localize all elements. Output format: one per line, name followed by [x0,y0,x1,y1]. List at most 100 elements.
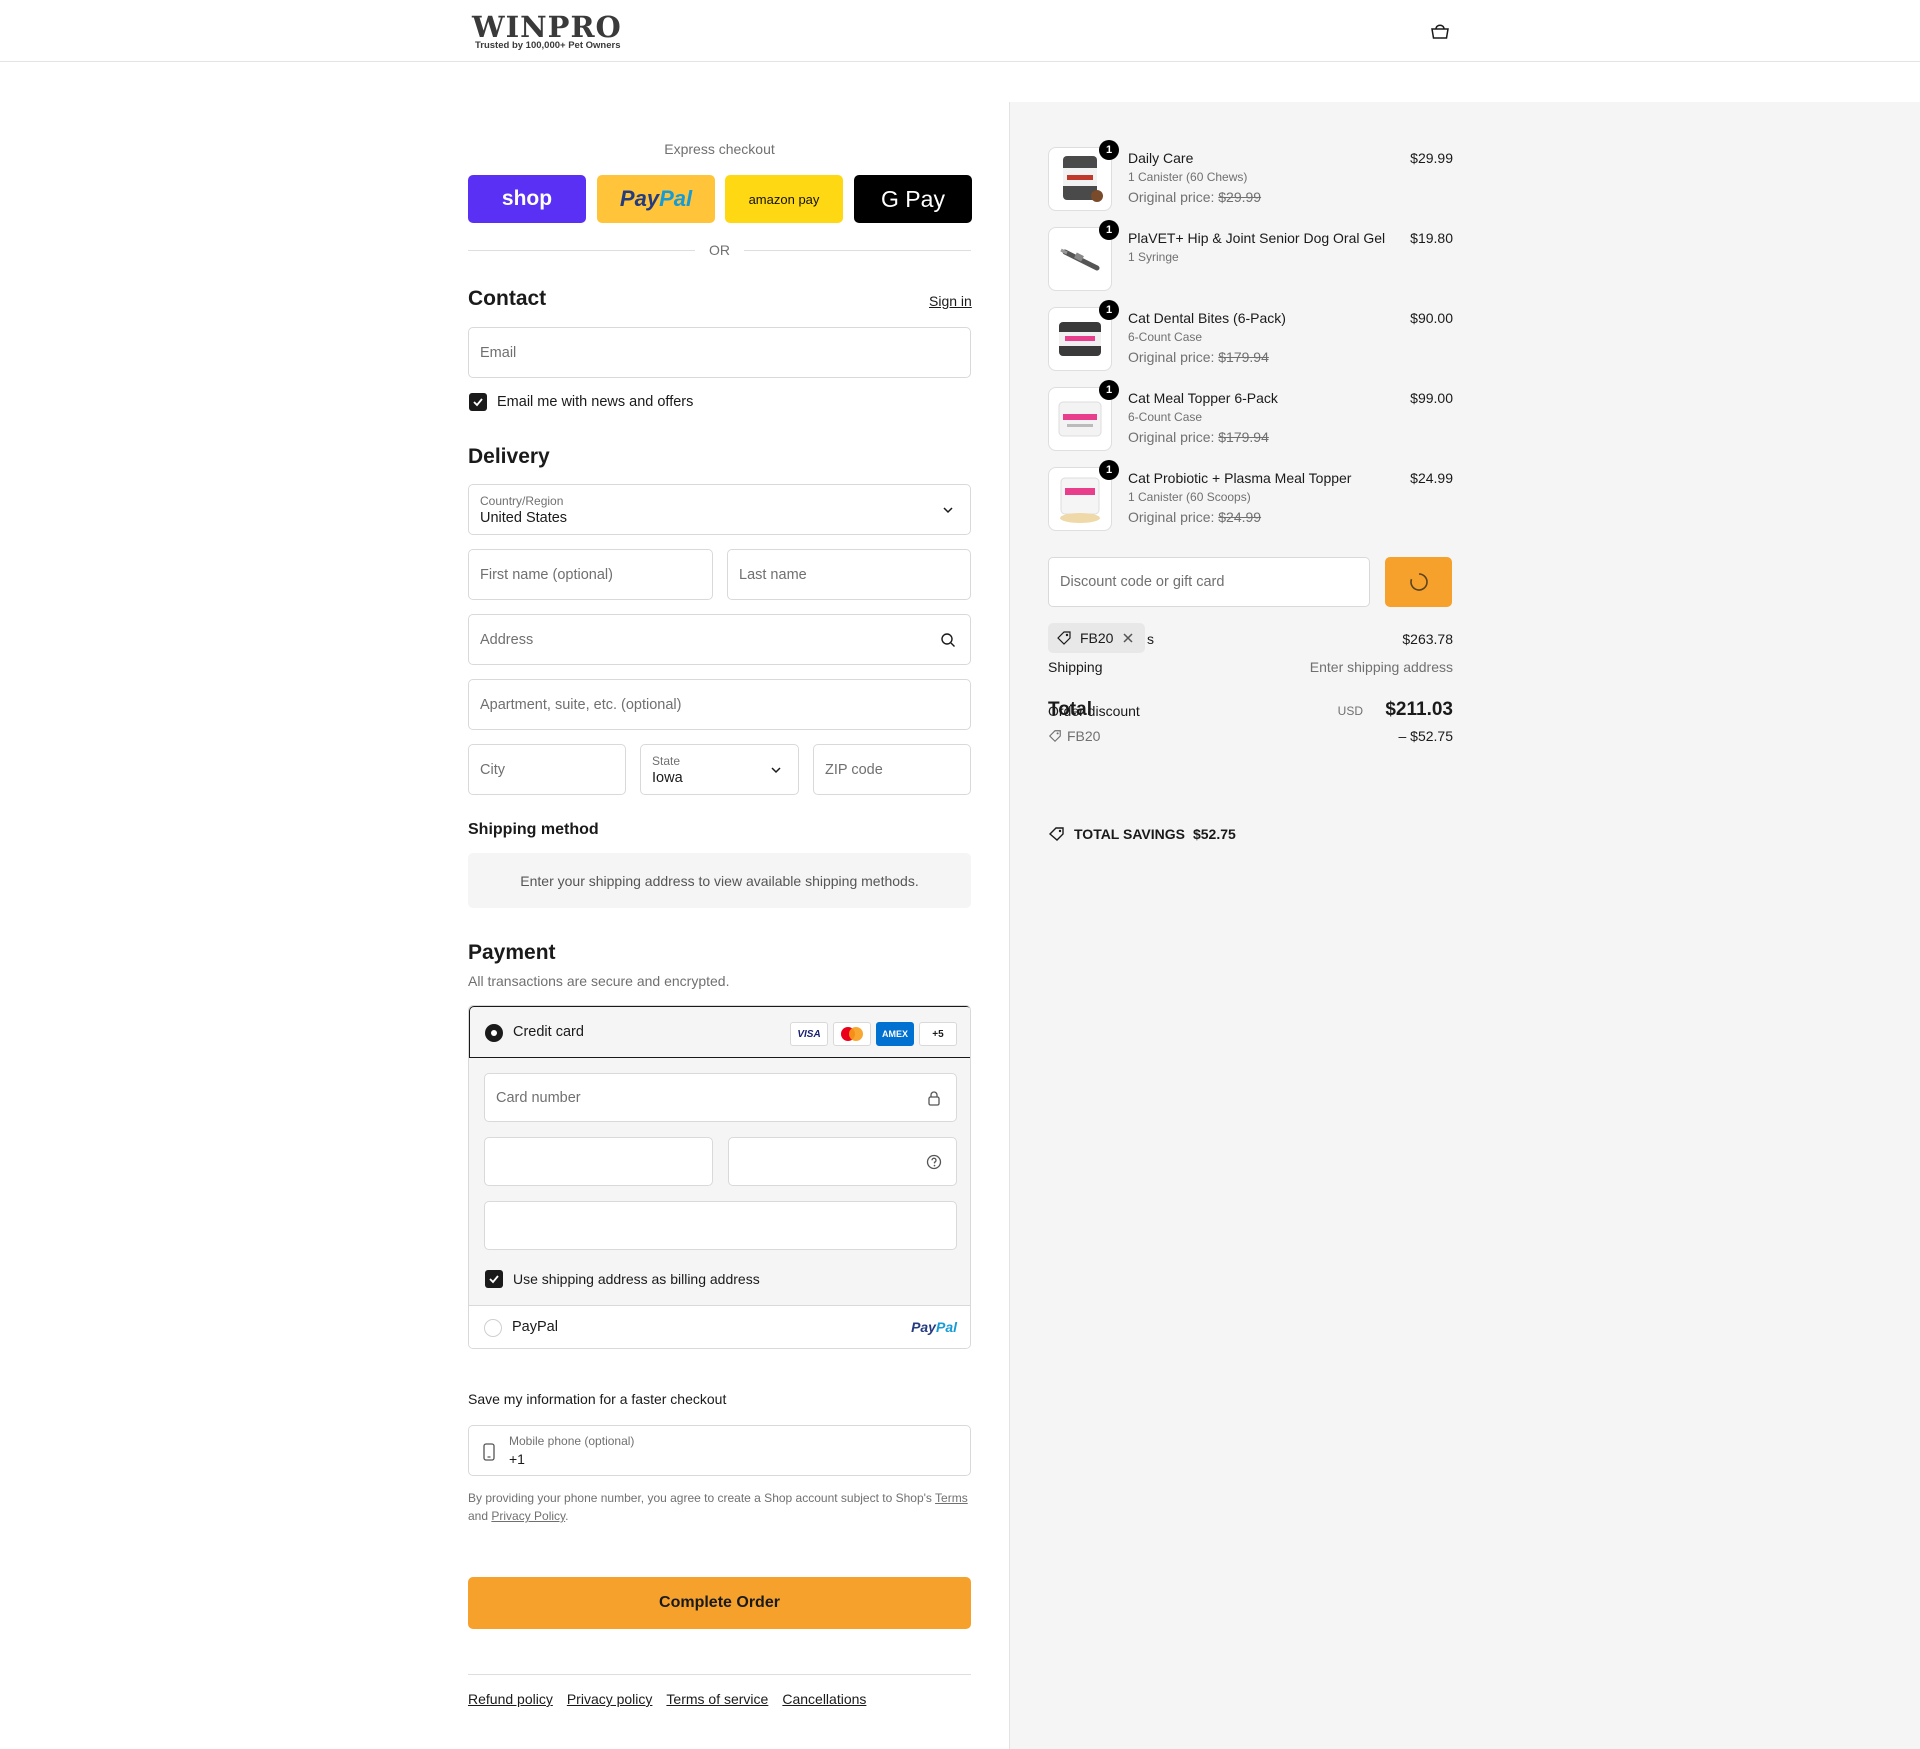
card-number-field[interactable]: Card number [484,1073,957,1122]
product-image: 1 [1048,460,1119,531]
state-select[interactable]: State Iowa [640,744,799,795]
country-select[interactable]: Country/Region United States [468,484,971,535]
shopping-bag-icon[interactable] [1430,22,1450,40]
item-variant: 6-Count Case [1128,410,1203,424]
item-price: $29.99 [1410,150,1453,166]
product-image: 1 [1048,220,1119,291]
discount-code-label: FB20 [1067,728,1101,744]
shipping-value: Enter shipping address [1309,659,1453,675]
complete-order-button[interactable]: Complete Order [468,1577,971,1629]
tag-icon [1048,730,1061,743]
visa-icon: VISA [790,1022,828,1046]
mobile-phone-field[interactable]: Mobile phone (optional) +1 [468,1425,971,1476]
currency-label: USD [1337,704,1363,718]
discount-code-field[interactable]: Discount code or gift card [1048,557,1370,607]
tag-icon [1057,631,1071,645]
email-field[interactable]: Email [468,327,971,378]
quantity-badge: 1 [1099,140,1119,160]
cart-item: 1 Cat Meal Topper 6-Pack 6-Count Case Or… [1048,380,1453,453]
paypal-option[interactable]: PayPal PayPal [469,1305,970,1348]
mastercard-icon [833,1022,871,1046]
shipping-method-info: Enter your shipping address to view avai… [468,853,971,908]
credit-card-option[interactable]: Credit card VISA AMEX +5 [469,1006,970,1058]
terms-link[interactable]: Terms [935,1491,968,1505]
phone-legal-text: By providing your phone number, you agre… [468,1491,968,1523]
google-pay-button[interactable]: G Pay [854,175,972,223]
item-name: Cat Dental Bites (6-Pack) [1128,310,1286,326]
name-on-card-field[interactable] [484,1201,957,1250]
credit-card-label: Credit card [513,1024,584,1040]
privacy-policy-footer-link[interactable]: Privacy policy [567,1691,653,1707]
chevron-down-icon [943,506,953,513]
paypal-logo: PayPal [911,1319,957,1335]
check-icon [489,1275,499,1284]
brand-logo[interactable]: WINPRO Trusted by 100,000+ Pet Owners [472,12,672,52]
remove-discount-icon[interactable] [1121,631,1135,645]
amex-icon: AMEX [876,1022,914,1046]
payment-methods: Credit card VISA AMEX +5 Card number Use… [468,1005,971,1349]
item-variant: 1 Canister (60 Scoops) [1128,490,1251,504]
shop-pay-button[interactable]: shop [468,175,586,223]
amazon-pay-button[interactable]: amazon pay [725,175,843,223]
sign-in-link[interactable]: Sign in [929,293,972,309]
cancellations-link[interactable]: Cancellations [782,1691,866,1707]
cart-item: 1 Cat Probiotic + Plasma Meal Topper 1 C… [1048,460,1453,533]
item-price: $90.00 [1410,310,1453,326]
savings-tag-icon [1048,827,1064,841]
item-name: Daily Care [1128,150,1194,166]
express-checkout-title: Express checkout [664,141,775,157]
brand-name: WINPRO [472,10,622,44]
terms-of-service-link[interactable]: Terms of service [666,1691,768,1707]
lock-icon [928,1090,940,1106]
apply-discount-button[interactable] [1385,557,1452,607]
cart-item: 1 PlaVET+ Hip & Joint Senior Dog Oral Ge… [1048,220,1453,293]
loading-spinner-icon [1409,573,1428,591]
payment-subtitle: All transactions are secure and encrypte… [468,973,730,989]
cart-item: 1 Cat Dental Bites (6-Pack) 6-Count Case… [1048,300,1453,373]
product-image: 1 [1048,300,1119,371]
city-field[interactable]: City [468,744,626,795]
privacy-policy-link[interactable]: Privacy Policy [491,1509,565,1523]
quantity-badge: 1 [1099,380,1119,400]
expiration-field[interactable] [484,1137,713,1186]
quantity-badge: 1 [1099,460,1119,480]
credit-card-radio[interactable] [485,1024,503,1042]
zip-field[interactable]: ZIP code [813,744,971,795]
header: WINPRO Trusted by 100,000+ Pet Owners [0,0,1920,62]
apartment-field[interactable]: Apartment, suite, etc. (optional) [468,679,971,730]
address-field[interactable]: Address [468,614,971,665]
shipping-row: Shipping Enter shipping address [1048,659,1453,675]
product-image: 1 [1048,380,1119,451]
paypal-button[interactable]: Pay Pal [597,175,715,223]
item-price: $24.99 [1410,470,1453,486]
cart-item: 1 Daily Care 1 Canister (60 Chews) Origi… [1048,140,1453,213]
or-divider: OR [468,240,971,260]
shipping-label: Shipping [1048,659,1103,675]
item-name: Cat Probiotic + Plasma Meal Topper [1128,470,1352,486]
security-code-field[interactable] [728,1137,957,1186]
item-original-price: Original price: $179.94 [1128,429,1269,445]
more-cards-badge: +5 [919,1022,957,1046]
news-checkbox[interactable] [469,393,487,411]
item-variant: 1 Syringe [1128,250,1179,264]
item-variant: 1 Canister (60 Chews) [1128,170,1248,184]
refund-policy-link[interactable]: Refund policy [468,1691,553,1707]
last-name-field[interactable]: Last name [727,549,971,600]
first-name-field[interactable]: First name (optional) [468,549,713,600]
paypal-radio[interactable] [484,1319,502,1337]
item-variant: 6-Count Case [1128,330,1203,344]
item-name: Cat Meal Topper 6-Pack [1128,390,1278,406]
billing-address-checkbox[interactable] [485,1270,503,1288]
total-savings-row: TOTAL SAVINGS $52.75 [1048,826,1453,842]
total-row: Total Order discount USD $211.03 [1048,699,1453,725]
check-icon [473,398,483,407]
order-discount-label: Order discount [1048,703,1140,719]
delivery-heading: Delivery [468,445,550,468]
contact-heading: Contact [468,287,547,310]
help-icon[interactable] [926,1154,942,1170]
shipping-method-heading: Shipping method [468,821,599,838]
subtotal-value: $263.78 [1402,631,1453,647]
phone-icon [483,1443,495,1461]
quantity-badge: 1 [1099,300,1119,320]
brand-tagline: Trusted by 100,000+ Pet Owners [475,40,621,51]
